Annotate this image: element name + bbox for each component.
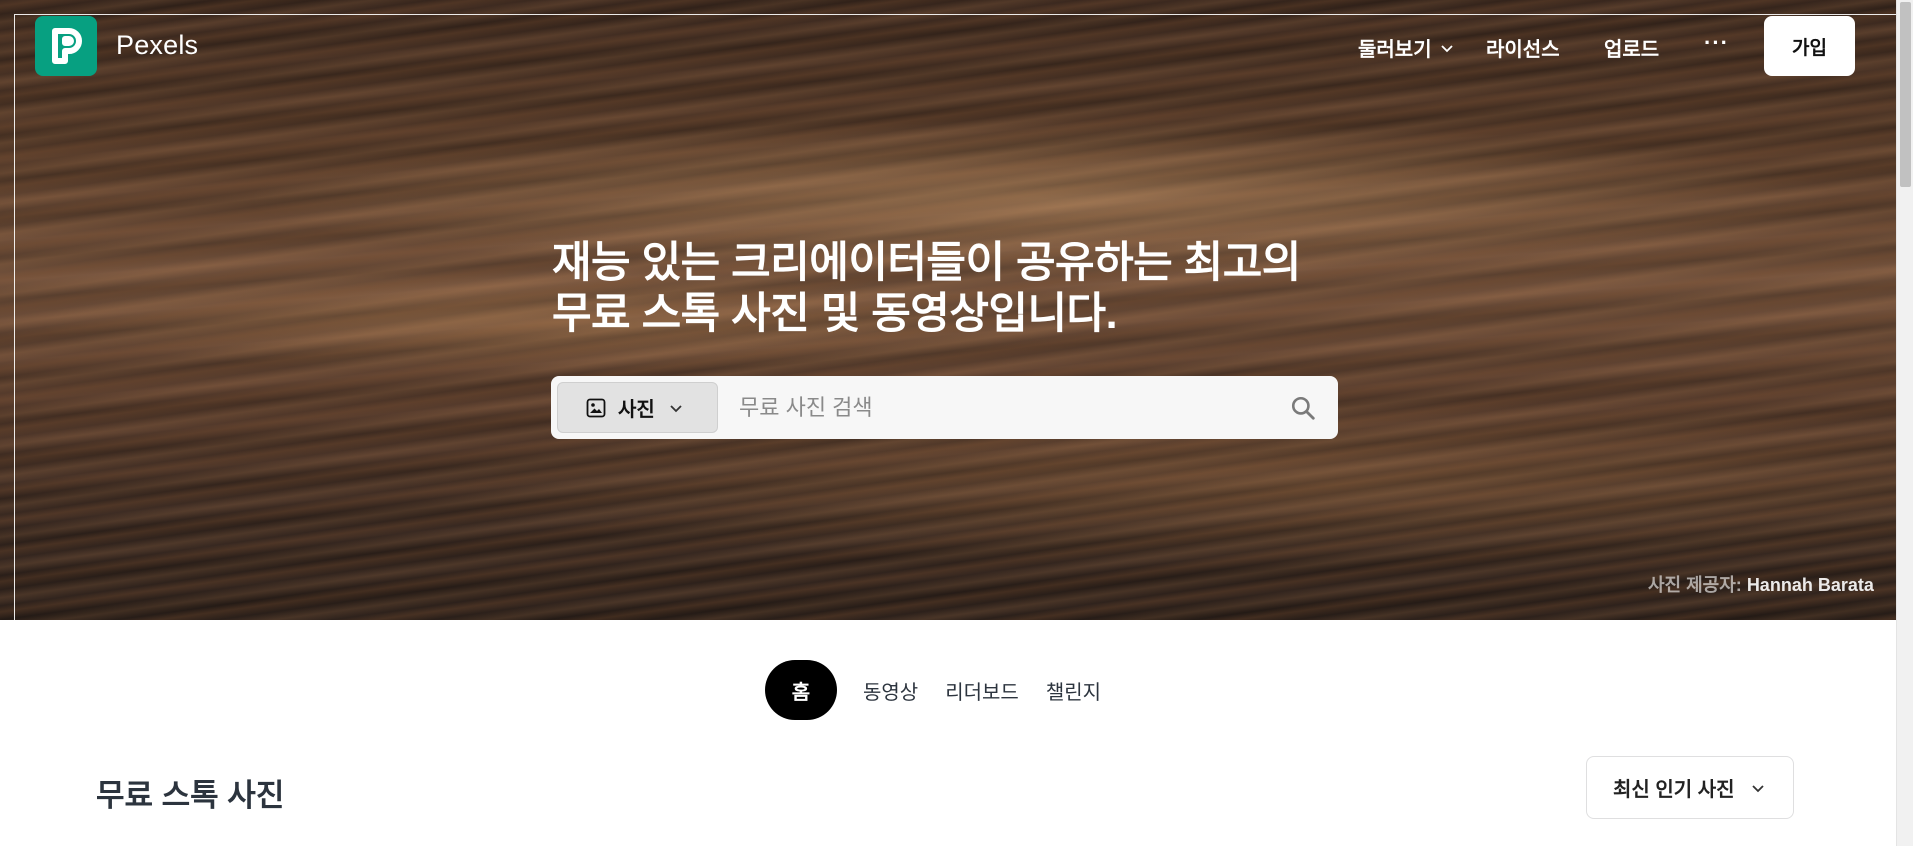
section-title: 무료 스톡 사진 [96,778,285,813]
logo-glyph [52,28,82,64]
search-button[interactable] [1287,392,1319,424]
search-input[interactable] [737,388,1257,428]
media-type-select[interactable]: 사진 [557,382,718,433]
chevron-down-icon [1751,784,1764,792]
photo-credit-prefix: 사진 제공자: [1648,575,1742,595]
hero-banner: Pexels 둘러보기 라이선스 업로드 ··· 가입 재능 있는 크리에이터들… [0,0,1896,620]
chevron-down-icon [1440,44,1453,52]
search-bar: 사진 [551,376,1338,439]
photo-credit-author[interactable]: Hannah Barata [1747,575,1874,595]
media-type-label: 사진 [618,399,655,421]
pexels-logo-icon[interactable] [35,16,97,76]
more-menu-button[interactable]: ··· [1704,30,1729,56]
image-icon [586,398,606,417]
nav-explore-label: 둘러보기 [1358,39,1432,61]
hero-headline: 재능 있는 크리에이터들이 공유하는 최고의 무료 스톡 사진 및 동영상입니다… [552,238,1352,340]
scrollbar-thumb[interactable] [1900,2,1911,187]
tab-leaderboard[interactable]: 리더보드 [945,676,1019,705]
nav-license[interactable]: 라이선스 [1486,33,1560,62]
headline-line-1: 재능 있는 크리에이터들이 공유하는 최고의 [552,239,1301,287]
sort-select[interactable]: 최신 인기 사진 [1586,756,1794,819]
chevron-down-icon [670,404,682,412]
photo-credit: 사진 제공자: Hannah Barata [1648,571,1874,597]
nav-explore[interactable]: 둘러보기 [1358,33,1454,62]
join-button[interactable]: 가입 [1764,16,1855,76]
tab-videos[interactable]: 동영상 [863,676,918,705]
search-icon [1291,396,1315,420]
headline-line-2: 무료 스톡 사진 및 동영상입니다. [552,290,1118,338]
sort-select-label: 최신 인기 사진 [1613,779,1735,801]
nav-upload[interactable]: 업로드 [1604,33,1659,62]
page-scrollbar[interactable] [1896,0,1913,846]
section-tabs: 홈 동영상 리더보드 챌린지 [765,660,1128,720]
tab-home[interactable]: 홈 [765,660,837,720]
brand-name[interactable]: Pexels [116,30,198,61]
tab-challenges[interactable]: 챌린지 [1046,676,1101,705]
